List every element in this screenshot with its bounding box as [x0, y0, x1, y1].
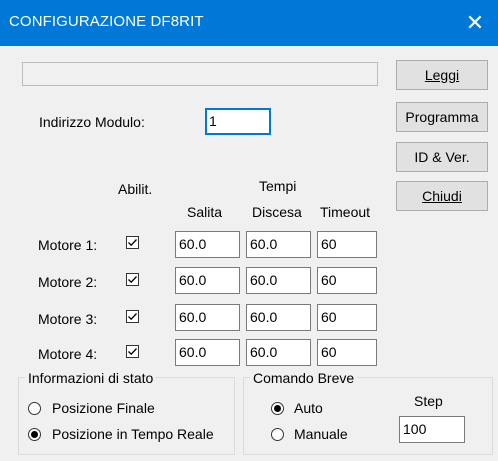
motor-label: Motore 2:	[38, 274, 98, 290]
id-ver-button[interactable]: ID & Ver.	[396, 142, 488, 172]
radio-selected-dot	[31, 431, 38, 438]
radio-button[interactable]	[271, 428, 284, 441]
status-bar	[22, 62, 378, 86]
motor-label: Motore 4:	[38, 346, 98, 362]
discesa-column-header: Discesa	[252, 204, 302, 220]
timeout-input[interactable]: 60	[317, 304, 377, 331]
motor-enabled-checkbox[interactable]	[126, 236, 139, 249]
timeout-input[interactable]: 60	[317, 339, 377, 366]
radio-label: Manuale	[294, 426, 348, 442]
motor-enabled-checkbox[interactable]	[126, 345, 139, 358]
radio-label: Posizione in Tempo Reale	[52, 426, 214, 442]
enabled-column-header: Abilit.	[118, 181, 153, 197]
motor-label: Motore 1:	[38, 237, 98, 253]
radio-label: Posizione Finale	[52, 400, 155, 416]
timeout-input[interactable]: 60	[317, 231, 377, 258]
status-info-title: Informazioni di stato	[25, 370, 157, 386]
discesa-input[interactable]: 60.0	[246, 304, 311, 331]
id-ver-button-label: ID & Ver.	[414, 149, 470, 165]
radio-button[interactable]	[271, 402, 284, 415]
module-address-input[interactable]: 1	[205, 108, 271, 135]
checkmark-icon	[128, 313, 137, 321]
motor-label: Motore 3:	[38, 311, 98, 327]
timeout-input[interactable]: 60	[317, 267, 377, 294]
short-command-title: Comando Breve	[250, 370, 358, 386]
checkmark-icon	[128, 348, 137, 356]
salita-input[interactable]: 60.0	[175, 339, 240, 366]
module-address-label: Indirizzo Modulo:	[39, 114, 145, 130]
step-input[interactable]: 100	[399, 416, 465, 443]
step-label: Step	[414, 393, 443, 409]
programma-button-label: Programma	[405, 109, 479, 125]
discesa-input[interactable]: 60.0	[246, 339, 311, 366]
salita-input[interactable]: 60.0	[175, 231, 240, 258]
checkmark-icon	[128, 276, 137, 284]
radio-button[interactable]	[28, 402, 41, 415]
salita-column-header: Salita	[187, 204, 223, 220]
timeout-column-header: Timeout	[320, 204, 371, 220]
salita-input[interactable]: 60.0	[175, 304, 240, 331]
motor-enabled-checkbox[interactable]	[126, 273, 139, 286]
chiudi-button[interactable]: Chiudi	[396, 181, 488, 211]
tempi-header: Tempi	[259, 178, 297, 194]
radio-label: Auto	[294, 400, 323, 416]
radio-selected-dot	[274, 405, 281, 412]
radio-button[interactable]	[28, 428, 41, 441]
programma-button[interactable]: Programma	[396, 102, 488, 132]
leggi-button[interactable]: Leggi	[396, 60, 488, 90]
window-title: CONFIGURAZIONE DF8RIT	[9, 13, 204, 30]
discesa-input[interactable]: 60.0	[246, 231, 311, 258]
status-info-group	[18, 377, 235, 455]
salita-input[interactable]: 60.0	[175, 267, 240, 294]
motor-enabled-checkbox[interactable]	[126, 310, 139, 323]
discesa-input[interactable]: 60.0	[246, 267, 311, 294]
chiudi-button-label: Chiudi	[422, 188, 462, 204]
close-icon[interactable]: ✕	[452, 0, 498, 46]
leggi-button-label: Leggi	[424, 67, 460, 83]
checkmark-icon	[128, 239, 137, 247]
title-bar: CONFIGURAZIONE DF8RIT ✕	[0, 0, 498, 46]
